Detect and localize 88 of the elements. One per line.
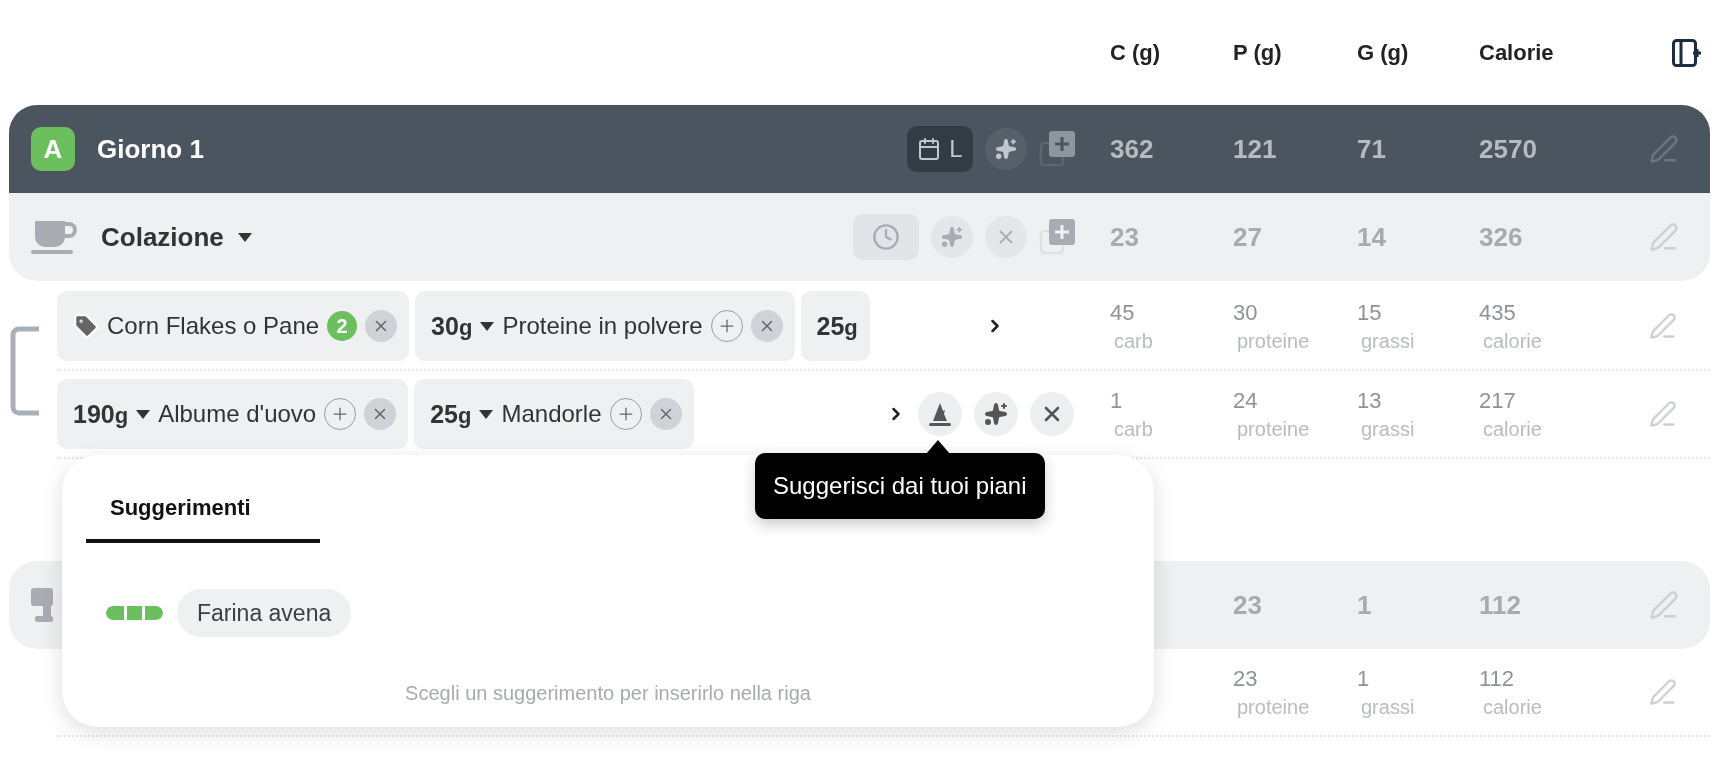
- sparkle-button[interactable]: [974, 392, 1018, 436]
- edit-icon: [1649, 400, 1677, 428]
- macro-unit: grassi: [1361, 695, 1416, 719]
- edit-icon: [1649, 222, 1679, 252]
- sparkle-icon: [984, 402, 1008, 426]
- suggestion-chip[interactable]: Farina avena: [177, 589, 352, 637]
- cup-icon: [31, 219, 79, 255]
- total-value: 27: [1233, 221, 1263, 253]
- sparkle-icon: [941, 226, 963, 248]
- macro-unit: proteine: [1237, 417, 1311, 441]
- food-chip[interactable]: 25g: [800, 291, 870, 361]
- column-header: G (g): [1357, 39, 1410, 66]
- calendar-button[interactable]: L: [907, 126, 973, 172]
- macro-value: 30: [1233, 299, 1259, 326]
- edit-icon: [1649, 134, 1679, 164]
- total-value: 71: [1357, 133, 1387, 165]
- add-panel-icon[interactable]: [1672, 38, 1702, 67]
- hat-icon: [927, 401, 953, 427]
- clock-icon: [872, 223, 900, 251]
- food-name: Corn Flakes o Pane: [107, 312, 320, 340]
- edit-icon: [1649, 590, 1679, 620]
- total-value: 1: [1357, 589, 1373, 621]
- total-value: 14: [1357, 221, 1387, 253]
- edit-icon: [1649, 312, 1677, 340]
- food-group-chip[interactable]: Corn Flakes o Pane 2: [57, 291, 410, 361]
- hat-button[interactable]: [918, 392, 962, 436]
- total-value: 121: [1233, 133, 1278, 165]
- food-chip[interactable]: 30g Proteine in polvere: [415, 291, 795, 361]
- bracket-icon: [9, 326, 41, 416]
- column-header: P (g): [1233, 39, 1283, 66]
- macro-value: 23: [1233, 665, 1259, 692]
- macro-value: 24: [1233, 387, 1259, 414]
- hint-text: Scegli un suggerimento per inserirlo nella riga: [404, 682, 812, 705]
- total-value: 23: [1110, 221, 1140, 253]
- meal-title[interactable]: Colazione: [101, 221, 224, 253]
- copy-plus-icon: [1039, 217, 1075, 257]
- macro-value: 435: [1479, 299, 1517, 326]
- remove-button[interactable]: [1030, 392, 1074, 436]
- sparkle-button[interactable]: [985, 128, 1027, 170]
- macro-unit: carb: [1114, 329, 1154, 353]
- day-badge: A: [31, 127, 75, 171]
- copy-plus-icon: [1039, 129, 1075, 169]
- macro-unit: carb: [1114, 417, 1154, 441]
- edit-button[interactable]: [1649, 134, 1679, 164]
- suggestions-tab[interactable]: Suggerimenti: [86, 485, 320, 543]
- total-value: 2570: [1479, 133, 1538, 165]
- quantity[interactable]: 30g: [431, 311, 473, 341]
- caret-icon: [136, 409, 151, 419]
- tag-icon: [73, 313, 99, 339]
- total-value: 326: [1479, 221, 1524, 253]
- macro-value: 15: [1357, 299, 1383, 326]
- quantity[interactable]: 190g: [73, 399, 129, 429]
- food-chip[interactable]: 25g Mandorle: [414, 379, 694, 449]
- food-chip[interactable]: 190g Albume d'uovo: [57, 379, 409, 449]
- food-name: Mandorle: [501, 400, 602, 428]
- quantity[interactable]: 25g: [430, 399, 472, 429]
- tooltip: Suggerisci dai tuoi piani: [755, 453, 1045, 519]
- macro-value: 13: [1357, 387, 1383, 414]
- macro-unit: proteine: [1237, 329, 1311, 353]
- count-badge: 2: [327, 311, 358, 341]
- day-title: Giorno 1: [97, 133, 204, 165]
- macro-value: 217: [1479, 387, 1517, 414]
- caret-icon: [479, 409, 494, 419]
- food-name: Albume d'uovo: [158, 400, 317, 428]
- macro-unit: grassi: [1361, 417, 1416, 441]
- macro-value: 45: [1110, 299, 1136, 326]
- caret-icon: [480, 321, 495, 331]
- macro-unit: calorie: [1483, 329, 1543, 353]
- column-header: Calorie: [1479, 39, 1555, 66]
- macro-unit: calorie: [1483, 417, 1543, 441]
- macro-value: 112: [1479, 665, 1516, 692]
- sparkle-icon: [995, 138, 1017, 160]
- calendar-icon: [917, 137, 942, 161]
- macro-unit: calorie: [1483, 695, 1543, 719]
- time-button[interactable]: [853, 214, 919, 260]
- total-value: 362: [1110, 133, 1155, 165]
- quantity[interactable]: 25g: [816, 311, 858, 341]
- food-name: Proteine in polvere: [502, 312, 703, 340]
- mixer-icon: [31, 588, 53, 622]
- column-header: C (g): [1110, 39, 1162, 66]
- edit-icon: [1649, 678, 1677, 706]
- caret-icon: [237, 232, 252, 242]
- macro-unit: grassi: [1361, 329, 1416, 353]
- macro-value: 1: [1110, 387, 1124, 414]
- macro-unit: proteine: [1237, 695, 1311, 719]
- total-value: 112: [1479, 589, 1522, 621]
- macro-value: 1: [1357, 665, 1371, 692]
- total-value: 23: [1233, 589, 1263, 621]
